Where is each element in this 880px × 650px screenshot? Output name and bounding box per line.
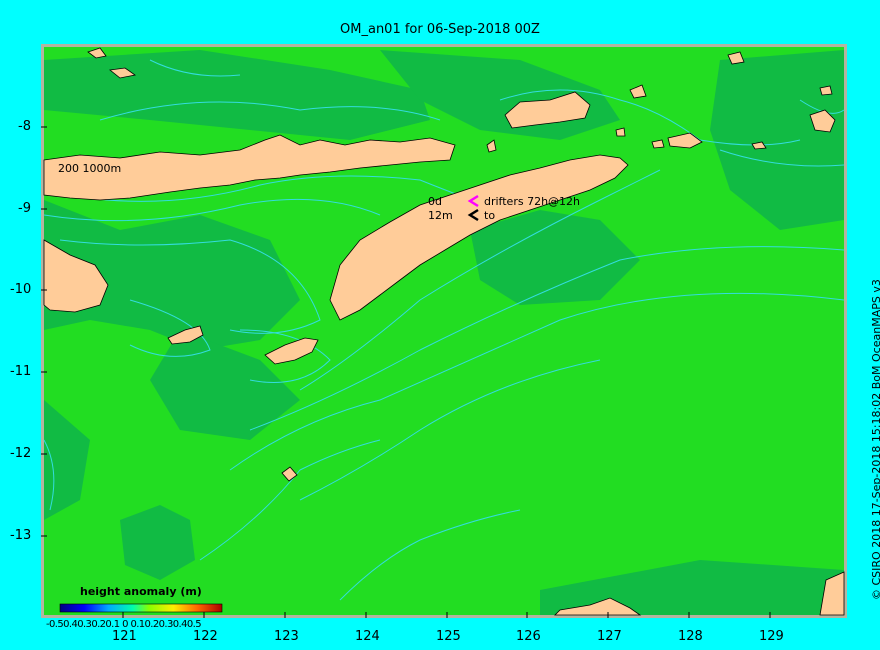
y-tick-label: -10 [10,282,32,297]
x-tick-label: 122 [193,629,218,644]
depth-label: 12m [428,209,453,222]
credit-text: © CSIRO 2018 17-Sep-2018 15:18:02 BoM Oc… [870,279,880,600]
drifter-age-label: 0d [428,195,442,208]
y-tick-label: -12 [10,446,32,461]
x-tick-label: 124 [355,629,380,644]
x-tick-label: 127 [597,629,622,644]
ocean-map [41,44,847,618]
x-tick-label: 128 [678,629,703,644]
colorbar [59,603,223,613]
x-tick-label: 125 [436,629,461,644]
contour-label: 200 1000m [58,162,122,175]
x-tick-label: 121 [112,629,137,644]
colorbar-labels: -0.50.40.30.20.1 0 0.10.20.30.40.5 [46,619,202,630]
colorbar-title: height anomaly (m) [80,585,202,598]
x-tick-label: 123 [274,629,299,644]
x-tick-label: 129 [759,629,784,644]
y-tick-label: -9 [18,201,31,216]
y-tick-label: -11 [10,364,32,379]
x-tick-label: 126 [516,629,541,644]
y-tick-label: -13 [10,528,32,543]
drifter-legend-text: drifters 72h@12h [484,195,581,208]
to-label: to [484,209,496,222]
y-tick-label: -8 [18,119,31,134]
